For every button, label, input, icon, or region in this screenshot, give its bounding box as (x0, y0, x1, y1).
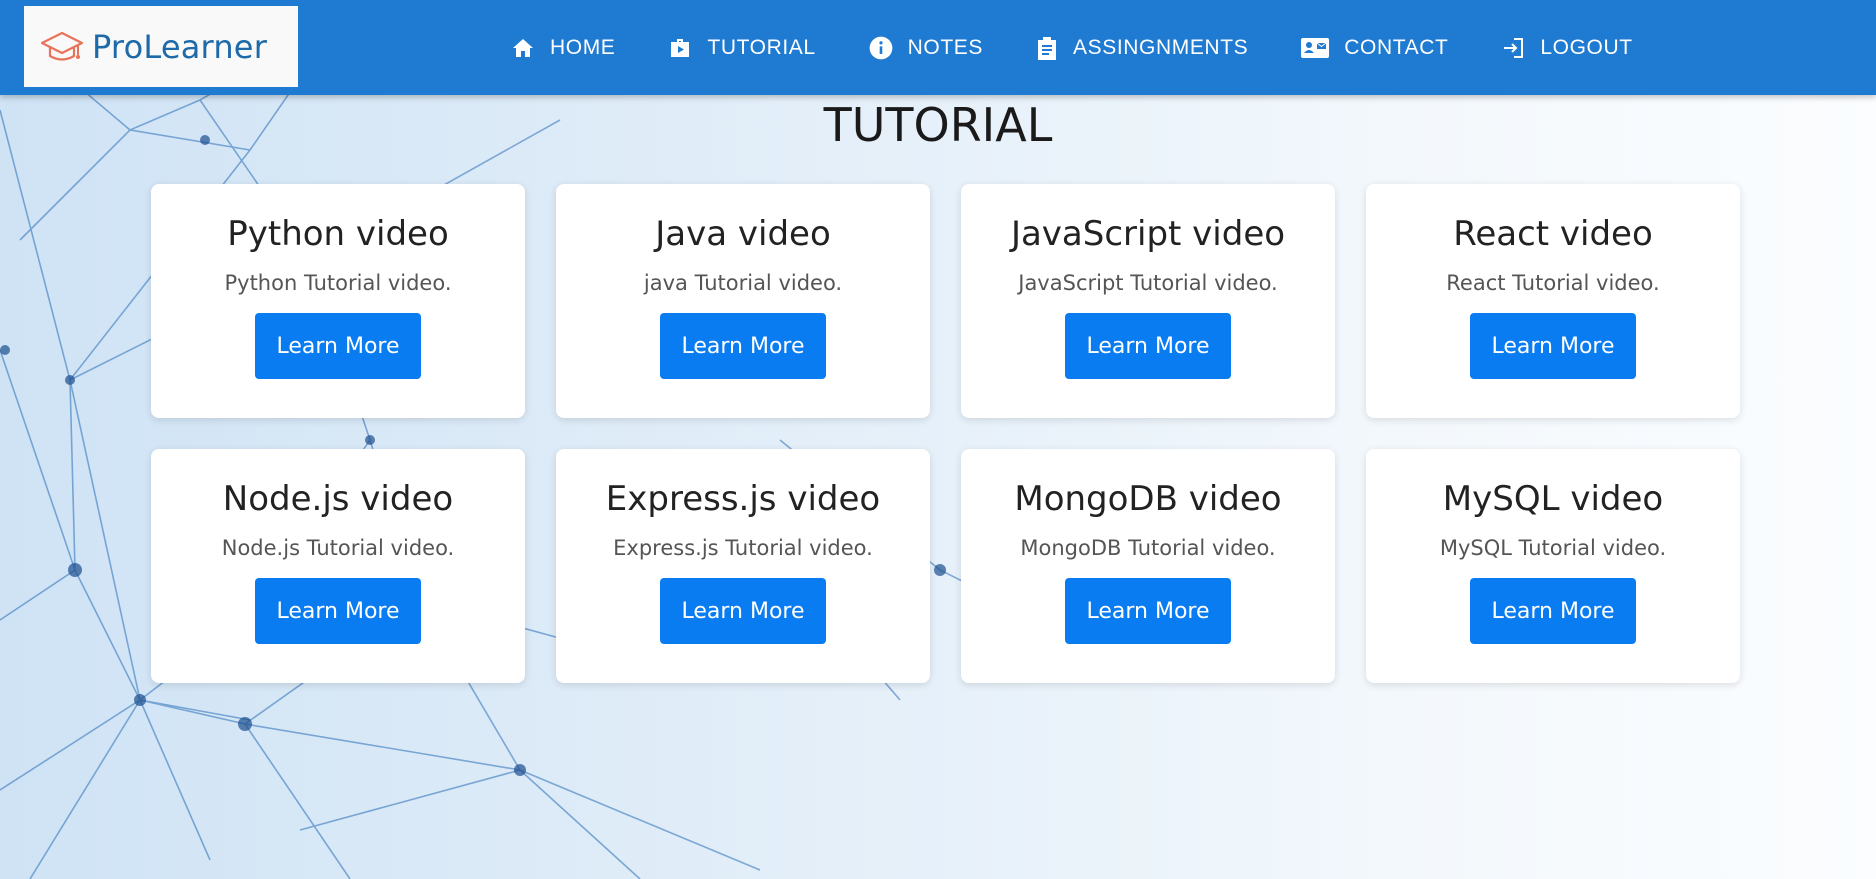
nav-home-label: HOME (550, 35, 616, 59)
card-title: JavaScript video (1010, 214, 1286, 254)
nav-assignments[interactable]: ASSINGNMENTS (1035, 35, 1248, 61)
learn-more-button[interactable]: Learn More (1065, 578, 1231, 645)
card-description: java Tutorial video. (643, 271, 843, 296)
learn-more-button[interactable]: Learn More (255, 578, 421, 645)
tutorial-card-mongodb: MongoDB video MongoDB Tutorial video. Le… (961, 449, 1335, 683)
nav-logout-label: LOGOUT (1540, 35, 1633, 59)
tutorial-card-react: React video React Tutorial video. Learn … (1366, 184, 1740, 418)
card-description: Express.js Tutorial video. (613, 536, 873, 561)
card-description: Node.js Tutorial video. (221, 536, 455, 561)
home-icon (513, 38, 533, 57)
tutorial-card-java: Java video java Tutorial video. Learn Mo… (556, 184, 930, 418)
learn-more-button[interactable]: Learn More (660, 578, 826, 645)
card-title: Node.js video (222, 479, 454, 519)
learn-more-button[interactable]: Learn More (255, 313, 421, 380)
nav-tutorial[interactable]: TUTORIAL (667, 36, 815, 60)
learn-more-button[interactable]: Learn More (660, 313, 826, 380)
card-title: Java video (655, 214, 831, 254)
nav-notes-label: NOTES (907, 35, 984, 59)
nav-assignments-label: ASSINGNMENTS (1073, 35, 1249, 59)
tutorial-card-nodejs: Node.js video Node.js Tutorial video. Le… (151, 449, 525, 683)
nav-contact[interactable]: CONTACT (1300, 36, 1448, 60)
learn-more-button[interactable]: Learn More (1470, 578, 1636, 645)
card-description: MySQL Tutorial video. (1439, 536, 1667, 561)
card-title: Python video (227, 214, 449, 254)
tutorial-card-grid: Python video Python Tutorial video. Lear… (151, 184, 1740, 683)
card-title: Express.js video (605, 479, 881, 519)
card-title: MongoDB video (1014, 479, 1282, 519)
tutorial-card-javascript: JavaScript video JavaScript Tutorial vid… (961, 184, 1335, 418)
clipboard-icon (1038, 36, 1057, 60)
nav-home[interactable]: HOME (510, 36, 615, 60)
nav-logout[interactable]: LOGOUT (1500, 36, 1632, 60)
card-title: React video (1453, 214, 1653, 254)
learn-more-button[interactable]: Learn More (1065, 313, 1231, 380)
graduation-cap-icon (40, 31, 84, 61)
card-description: Python Tutorial video. (224, 271, 452, 296)
briefcase-play-icon (671, 38, 690, 57)
tutorial-card-python: Python video Python Tutorial video. Lear… (151, 184, 525, 418)
top-navbar: ProLearner HOME TUTORIAL NOTES ASSINGNME… (0, 0, 1876, 95)
nav-menu: HOME TUTORIAL NOTES ASSINGNMENTS CONTACT… (510, 0, 1685, 95)
nav-notes[interactable]: NOTES (868, 35, 983, 61)
brand-name: ProLearner (92, 27, 268, 66)
tutorial-card-mysql: MySQL video MySQL Tutorial video. Learn … (1366, 449, 1740, 683)
contact-card-icon (1301, 37, 1330, 58)
tutorial-card-expressjs: Express.js video Express.js Tutorial vid… (556, 449, 930, 683)
nav-tutorial-label: TUTORIAL (707, 35, 816, 59)
nav-contact-label: CONTACT (1344, 35, 1449, 59)
learn-more-button[interactable]: Learn More (1470, 313, 1636, 380)
card-description: JavaScript Tutorial video. (1018, 271, 1278, 296)
card-description: React Tutorial video. (1446, 271, 1660, 296)
card-title: MySQL video (1442, 479, 1664, 519)
card-description: MongoDB Tutorial video. (1020, 536, 1276, 561)
page-title: TUTORIAL (823, 98, 1053, 152)
brand-logo[interactable]: ProLearner (24, 6, 298, 87)
logout-icon (1504, 37, 1524, 58)
info-icon (869, 36, 893, 59)
